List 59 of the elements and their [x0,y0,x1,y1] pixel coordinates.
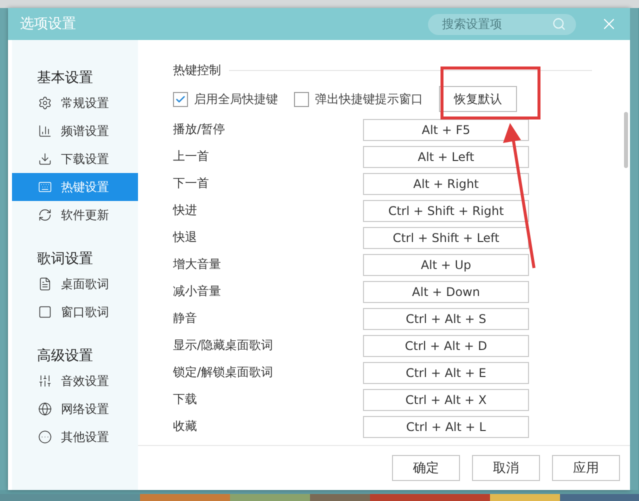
window-title: 选项设置 [20,15,77,33]
footer-button[interactable]: 确定 [392,455,460,481]
hotkey-label: 快进 [173,202,198,219]
bar-chart-icon [38,124,52,138]
footer-button[interactable]: 取消 [472,455,540,481]
hotkey-field[interactable]: Ctrl + Shift + Right [363,200,529,222]
globe-icon [38,402,52,416]
hotkey-field[interactable]: Alt + Down [363,280,529,302]
hotkey-field[interactable]: Alt + Up [363,254,529,276]
download-icon [38,152,52,166]
frame-icon [38,305,52,319]
hotkey-label: 增大音量 [173,256,222,273]
scrollbar-thumb[interactable] [624,112,628,168]
hotkey-label: 快退 [173,229,198,246]
hotkey-field[interactable]: Ctrl + Alt + X [363,388,529,410]
sidebar-item[interactable]: 常规设置 [12,89,138,117]
sidebar-item[interactable]: 其他设置 [12,423,138,451]
sidebar-item[interactable]: 窗口歌词 [12,298,138,326]
reset-button[interactable]: 恢复默认 [439,86,517,112]
hotkey-label: 下一首 [173,175,210,192]
document-icon [38,277,52,291]
sidebar-item[interactable]: 频谱设置 [12,117,138,145]
sidebar-heading: 高级设置 [36,347,94,366]
hotkey-label: 锁定/解锁桌面歌词 [173,364,274,381]
hotkey-field[interactable]: Ctrl + Alt + E [363,362,529,384]
section-heading: 热键控制 [173,62,221,78]
sidebar-item[interactable]: 软件更新 [12,201,138,229]
sidebar-item[interactable]: 音效设置 [12,367,138,395]
sliders-icon [38,374,52,388]
hotkey-field[interactable]: Ctrl + Alt + S [363,308,529,330]
checkbox[interactable] [294,92,309,106]
sidebar-heading: 歌词设置 [36,250,94,269]
option-checkbox[interactable]: 弹出快捷键提示窗口 [294,90,423,108]
hotkey-label: 静音 [173,310,198,327]
keyboard-icon [38,180,52,194]
hotkey-field[interactable]: Ctrl + Alt + L [363,416,529,438]
footer-button[interactable]: 应用 [552,455,620,481]
hotkey-label: 下载 [173,391,198,408]
hotkey-label: 减小音量 [173,283,222,300]
checkbox[interactable] [173,92,188,106]
search-icon [552,16,566,30]
hotkey-label: 显示/隐藏桌面歌词 [173,337,274,354]
refresh-icon [38,208,52,222]
option-checkbox[interactable]: 启用全局快捷键 [173,90,278,108]
hotkey-field[interactable]: Alt + Left [363,146,529,168]
hotkey-label: 播放/暂停 [173,121,226,138]
sidebar-item[interactable]: 桌面歌词 [12,270,138,298]
sidebar-item[interactable]: 网络设置 [12,395,138,423]
hotkey-field[interactable]: Ctrl + Shift + Left [363,226,529,248]
hotkey-label: 上一首 [173,148,210,165]
check-icon [175,94,186,104]
sidebar-item[interactable]: 下载设置 [12,145,138,173]
search-field[interactable]: 搜索设置项 [428,14,576,34]
hotkey-label: 收藏 [173,418,198,435]
hotkey-field[interactable]: Ctrl + Alt + D [363,334,529,356]
gear-icon [38,96,52,110]
hotkey-field[interactable]: Alt + Right [363,172,529,194]
more-icon [38,430,52,444]
sidebar-heading: 基本设置 [36,69,94,88]
